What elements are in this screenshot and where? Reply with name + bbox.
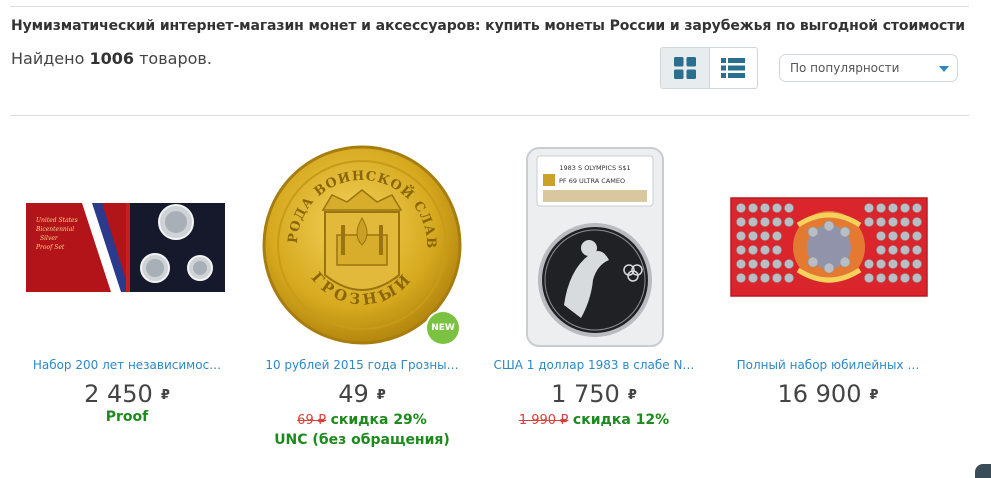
grid-view-button[interactable] bbox=[661, 48, 710, 88]
discount-line: 1 990 ₽ скидка 12% bbox=[489, 412, 699, 428]
product-name[interactable]: Полный набор юбилейных … bbox=[723, 358, 933, 372]
sort-selected-label: По популярности bbox=[790, 61, 900, 75]
currency-symbol: ₽ bbox=[869, 387, 879, 403]
product-price: 2 450 ₽ bbox=[22, 380, 232, 408]
new-badge: NEW bbox=[427, 312, 459, 344]
svg-text:United States: United States bbox=[36, 217, 78, 224]
product-name[interactable]: США 1 доллар 1983 в слабе N… bbox=[489, 358, 699, 372]
product-image[interactable] bbox=[723, 140, 933, 350]
slab-label-line2: PF 69 ULTRA CAMEO bbox=[559, 177, 625, 185]
product-price: 16 900 ₽ bbox=[723, 380, 933, 408]
new-badge-label: NEW bbox=[431, 323, 455, 333]
price-value: 1 750 bbox=[551, 380, 620, 408]
price-value: 16 900 bbox=[777, 380, 862, 408]
product-price: 49 ₽ bbox=[257, 380, 467, 408]
product-image[interactable]: 1983 S OLYMPICS S$1 PF 69 ULTRA CAMEO bbox=[489, 140, 699, 350]
top-divider bbox=[10, 6, 969, 7]
currency-symbol: ₽ bbox=[160, 387, 170, 403]
price-value: 49 bbox=[338, 380, 369, 408]
section-divider bbox=[10, 115, 969, 116]
grid-icon bbox=[673, 57, 696, 79]
sort-select[interactable]: По популярности bbox=[779, 54, 958, 82]
currency-symbol: ₽ bbox=[376, 387, 386, 403]
product-card: ГОРОДА ВОИНСКОЙ СЛАВЫ ГРОЗНЫЙ NEW 10 руб… bbox=[249, 129, 467, 448]
product-card: 1983 S OLYMPICS S$1 PF 69 ULTRA CAMEO СШ… bbox=[489, 140, 699, 428]
product-price: 1 750 ₽ bbox=[489, 380, 699, 408]
discount-line: 69 ₽ скидка 29% bbox=[257, 412, 467, 428]
found-prefix: Найдено bbox=[11, 49, 85, 68]
product-name[interactable]: 10 рублей 2015 года Грозны… bbox=[257, 358, 467, 372]
product-card: Полный набор юбилейных … 16 900 ₽ bbox=[723, 140, 933, 408]
slab-label-line1: 1983 S OLYMPICS S$1 bbox=[559, 164, 630, 172]
price-value: 2 450 bbox=[84, 380, 153, 408]
product-image[interactable]: United States Bicentennial Silver Proof … bbox=[22, 140, 232, 350]
list-icon bbox=[721, 58, 746, 78]
discount-label: скидка 12% bbox=[572, 412, 670, 428]
discount-label: скидка 29% bbox=[330, 412, 427, 428]
chat-widget-corner[interactable] bbox=[975, 464, 991, 478]
found-count: 1006 bbox=[89, 49, 135, 68]
coin-quality: Proof bbox=[105, 409, 149, 425]
svg-text:Silver: Silver bbox=[40, 235, 59, 242]
old-price: 1 990 ₽ bbox=[518, 413, 569, 428]
product-image[interactable]: ГОРОДА ВОИНСКОЙ СЛАВЫ ГРОЗНЫЙ NEW bbox=[249, 129, 467, 350]
svg-text:Proof Set: Proof Set bbox=[35, 244, 65, 251]
currency-symbol: ₽ bbox=[627, 387, 637, 403]
old-price: 69 ₽ bbox=[297, 413, 327, 428]
found-suffix: товаров. bbox=[139, 49, 212, 68]
product-name[interactable]: Набор 200 лет независимос… bbox=[22, 358, 232, 372]
list-view-button[interactable] bbox=[709, 48, 757, 88]
coin-album-image bbox=[730, 197, 928, 297]
results-count: Найдено 1006 товаров. bbox=[11, 49, 212, 68]
product-card: United States Bicentennial Silver Proof … bbox=[22, 140, 232, 425]
page-title: Нумизматический интернет-магазин монет и… bbox=[11, 18, 965, 34]
proof-set-image: United States Bicentennial Silver Proof … bbox=[26, 203, 225, 292]
coin-quality: UNC (без обращения) bbox=[274, 432, 450, 448]
slab-coin-image: 1983 S OLYMPICS S$1 PF 69 ULTRA CAMEO bbox=[526, 147, 664, 347]
svg-text:Bicentennial: Bicentennial bbox=[35, 226, 74, 233]
chevron-down-icon bbox=[939, 66, 949, 72]
view-toggle bbox=[660, 47, 758, 89]
